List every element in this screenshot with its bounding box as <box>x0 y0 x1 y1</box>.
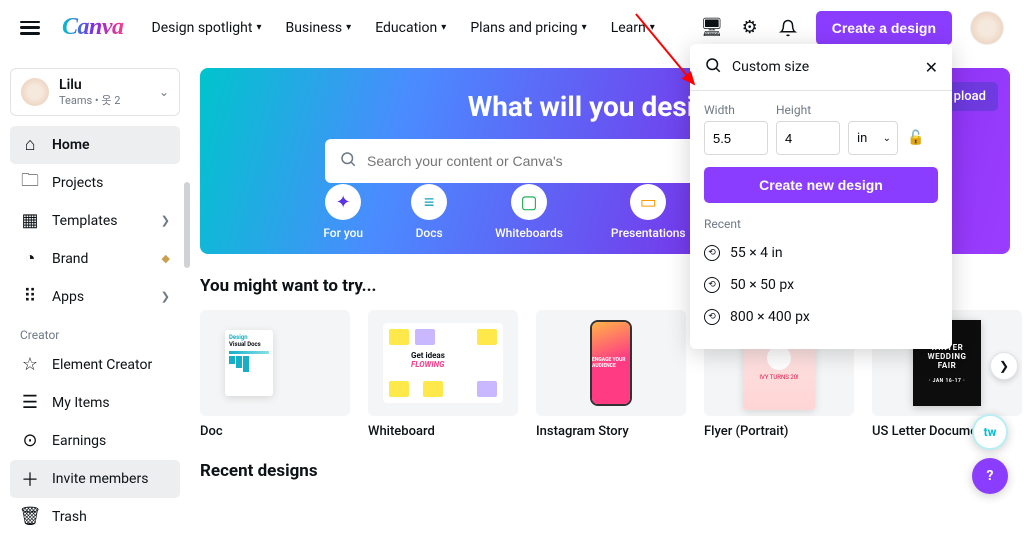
cat-presentations[interactable]: ▭Presentations <box>611 184 686 240</box>
sidebar-item-trash[interactable]: 🗑 Trash <box>10 498 180 536</box>
top-nav: Design spotlight▾ Business▾ Education▾ P… <box>152 20 655 36</box>
folder-icon: 🗀 <box>20 173 40 193</box>
sidebar-item-label: Trash <box>52 509 170 525</box>
gear-icon[interactable]: ⚙ <box>740 18 760 38</box>
unit-select[interactable]: in⌄ <box>848 121 898 155</box>
premium-icon: ◆ <box>162 252 170 265</box>
nav-education[interactable]: Education▾ <box>375 20 446 36</box>
recent-size-item[interactable]: ⟲55 × 4 in <box>704 237 938 269</box>
avatar[interactable] <box>970 11 1004 45</box>
card-label: Doc <box>200 424 350 439</box>
close-icon[interactable]: ✕ <box>925 58 938 77</box>
sidebar-item-home[interactable]: ⌂ Home <box>10 126 180 164</box>
chevron-down-icon: ⌄ <box>883 133 891 144</box>
nav-plans[interactable]: Plans and pricing▾ <box>470 20 586 36</box>
sidebar-item-label: Home <box>52 137 170 153</box>
logo[interactable]: Canva <box>62 14 124 41</box>
user-name: Lilu <box>59 77 149 94</box>
user-avatar <box>21 78 49 106</box>
brand-icon: ◔ <box>20 249 40 269</box>
chevron-down-icon: ▾ <box>256 22 261 33</box>
card-label: Whiteboard <box>368 424 518 439</box>
sidebar-item-label: My Items <box>52 395 170 411</box>
sidebar-item-my-items[interactable]: ☰ My Items <box>10 384 180 422</box>
hamburger-icon[interactable] <box>20 21 40 35</box>
plus-icon: ＋ <box>20 469 40 489</box>
search-icon <box>704 56 722 78</box>
sidebar-item-label: Earnings <box>52 433 170 449</box>
scrollbar[interactable] <box>184 182 190 268</box>
height-label: Height <box>776 103 840 117</box>
section-title-recent: Recent designs <box>200 461 1010 481</box>
sidebar-item-label: Invite members <box>52 471 170 487</box>
creator-section-label: Creator <box>10 316 180 346</box>
element-icon: ☆ <box>20 355 40 375</box>
desktop-icon[interactable]: 🖥 <box>702 18 722 38</box>
clock-icon: ⟲ <box>704 277 720 293</box>
chevron-down-icon: ▾ <box>346 22 351 33</box>
cat-for-you[interactable]: ✦For you <box>323 184 363 240</box>
user-team: Teams • 옷 2 <box>59 94 149 107</box>
card-label: Flyer (Portrait) <box>704 424 854 439</box>
scroll-right-button[interactable]: ❯ <box>990 352 1018 380</box>
help-fab[interactable]: ? <box>972 458 1008 494</box>
sidebar-item-templates[interactable]: ▦ Templates ❯ <box>10 202 180 240</box>
custom-size-popover: Custom size ✕ Width Height in⌄ 🔓 Create … <box>690 44 952 349</box>
list-icon: ☰ <box>20 393 40 413</box>
chevron-down-icon: ▾ <box>582 22 587 33</box>
width-input[interactable] <box>704 121 768 155</box>
card-label: Instagram Story <box>536 424 686 439</box>
template-icon: ▦ <box>20 211 40 231</box>
card-whiteboard[interactable]: Get ideasFLOWING Whiteboard <box>368 310 518 439</box>
bell-icon[interactable] <box>778 18 798 38</box>
sidebar-item-label: Projects <box>52 175 170 191</box>
recent-size-item[interactable]: ⟲800 × 400 px <box>704 301 938 333</box>
recent-size-item[interactable]: ⟲50 × 50 px <box>704 269 938 301</box>
sidebar-item-label: Brand <box>52 251 150 267</box>
header-right: 🖥 ⚙ Create a design <box>702 11 1004 45</box>
sidebar-item-invite[interactable]: ＋ Invite members <box>10 460 180 498</box>
sidebar-item-apps[interactable]: ⠿ Apps ❯ <box>10 278 180 316</box>
sidebar-item-earnings[interactable]: ⊙ Earnings <box>10 422 180 460</box>
chevron-down-icon: ▾ <box>650 22 655 33</box>
width-label: Width <box>704 103 768 117</box>
sidebar-item-label: Element Creator <box>52 357 170 373</box>
chevron-down-icon: ▾ <box>441 22 446 33</box>
chat-fab[interactable]: tw <box>972 414 1008 450</box>
create-design-button[interactable]: Create a design <box>816 11 952 45</box>
sidebar-item-brand[interactable]: ◔ Brand ◆ <box>10 240 180 278</box>
nav-learn[interactable]: Learn▾ <box>611 20 655 36</box>
sidebar-item-projects[interactable]: 🗀 Projects <box>10 164 180 202</box>
card-doc[interactable]: DesignVisual Docs Design Visual Docs Doc <box>200 310 350 439</box>
sidebar-item-label: Templates <box>52 213 149 229</box>
trash-icon: 🗑 <box>20 507 40 527</box>
clock-icon: ⟲ <box>704 309 720 325</box>
clock-icon: ⟲ <box>704 245 720 261</box>
nav-business[interactable]: Business▾ <box>285 20 351 36</box>
home-icon: ⌂ <box>20 135 40 155</box>
cat-whiteboards[interactable]: ▢Whiteboards <box>495 184 563 240</box>
user-card[interactable]: Lilu Teams • 옷 2 ⌄ <box>10 68 180 116</box>
nav-design-spotlight[interactable]: Design spotlight▾ <box>152 20 262 36</box>
height-input[interactable] <box>776 121 840 155</box>
earnings-icon: ⊙ <box>20 431 40 451</box>
apps-icon: ⠿ <box>20 287 40 307</box>
cat-docs[interactable]: ≡Docs <box>411 184 447 240</box>
sidebar-item-element-creator[interactable]: ☆ Element Creator <box>10 346 180 384</box>
chevron-down-icon: ⌄ <box>159 85 169 99</box>
search-icon <box>339 150 357 172</box>
recent-label: Recent <box>704 217 938 231</box>
create-new-design-button[interactable]: Create new design <box>704 167 938 203</box>
lock-icon[interactable]: 🔓 <box>906 130 926 146</box>
chevron-right-icon: ❯ <box>161 290 170 303</box>
popover-title: Custom size <box>732 59 915 75</box>
sidebar: Lilu Teams • 옷 2 ⌄ ⌂ Home 🗀 Projects ▦ T… <box>0 56 190 506</box>
chevron-right-icon: ❯ <box>161 214 170 227</box>
card-instagram-story[interactable]: ENGAGE YOUR AUDIENCE Instagram Story <box>536 310 686 439</box>
sidebar-item-label: Apps <box>52 289 149 305</box>
